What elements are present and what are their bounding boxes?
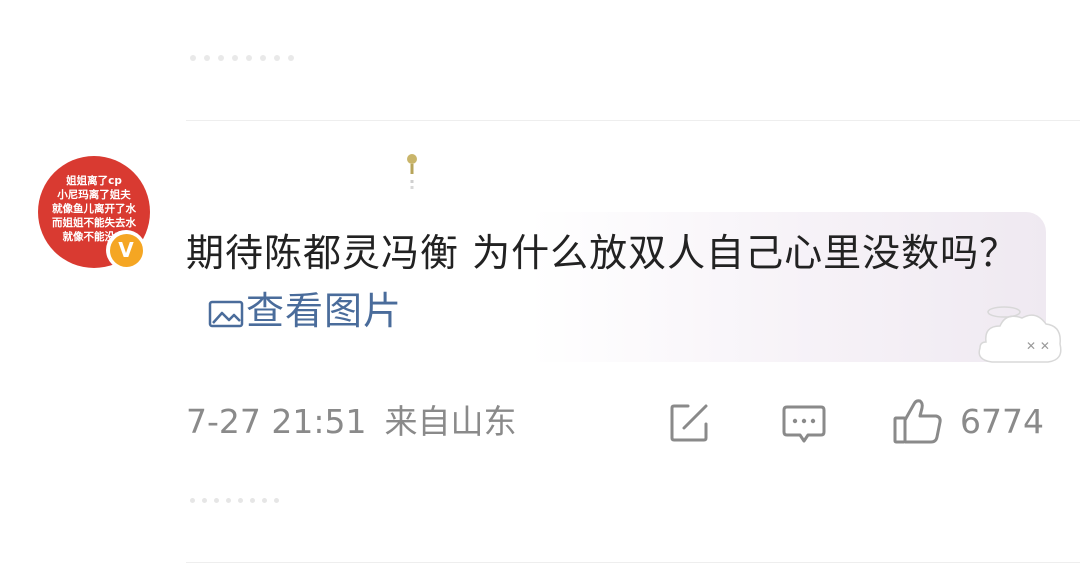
repost-edit-icon[interactable] <box>668 402 710 444</box>
comment-meta: 7-27 21:51 来自山东 <box>186 398 517 446</box>
pendant-decoration-icon <box>407 154 417 189</box>
location: 来自山东 <box>384 402 517 441</box>
verified-v-icon: V <box>109 233 143 267</box>
image-icon <box>208 300 244 328</box>
svg-text:✕ ✕: ✕ ✕ <box>1026 339 1050 353</box>
like-count: 6774 <box>960 402 1044 441</box>
next-comment-faint-row <box>190 494 310 506</box>
thumbs-up-icon[interactable] <box>892 398 944 444</box>
avatar-line: 姐姐离了cp <box>66 175 122 187</box>
avatar-line: 而姐姐不能失去水 <box>52 217 136 229</box>
avatar-line: 就像鱼儿离开了水 <box>52 203 136 215</box>
comment-body: 期待陈都灵冯衡 为什么放双人自己心里没数吗？ <box>186 231 1019 275</box>
previous-comment-faint-row <box>190 50 350 66</box>
divider-top <box>186 120 1080 121</box>
timestamp: 7-27 21:51 <box>186 402 367 441</box>
verified-badge: V <box>106 230 146 270</box>
view-image-link[interactable]: 查看图片 <box>208 289 402 333</box>
view-image-label: 查看图片 <box>246 289 403 333</box>
divider-bottom <box>186 562 1080 563</box>
comment-text: 期待陈都灵冯衡 为什么放双人自己心里没数吗？ 查看图片 <box>186 224 1026 340</box>
comment-bubble-icon[interactable] <box>782 404 826 444</box>
avatar-line: 小尼玛离了姐夫 <box>57 189 131 201</box>
